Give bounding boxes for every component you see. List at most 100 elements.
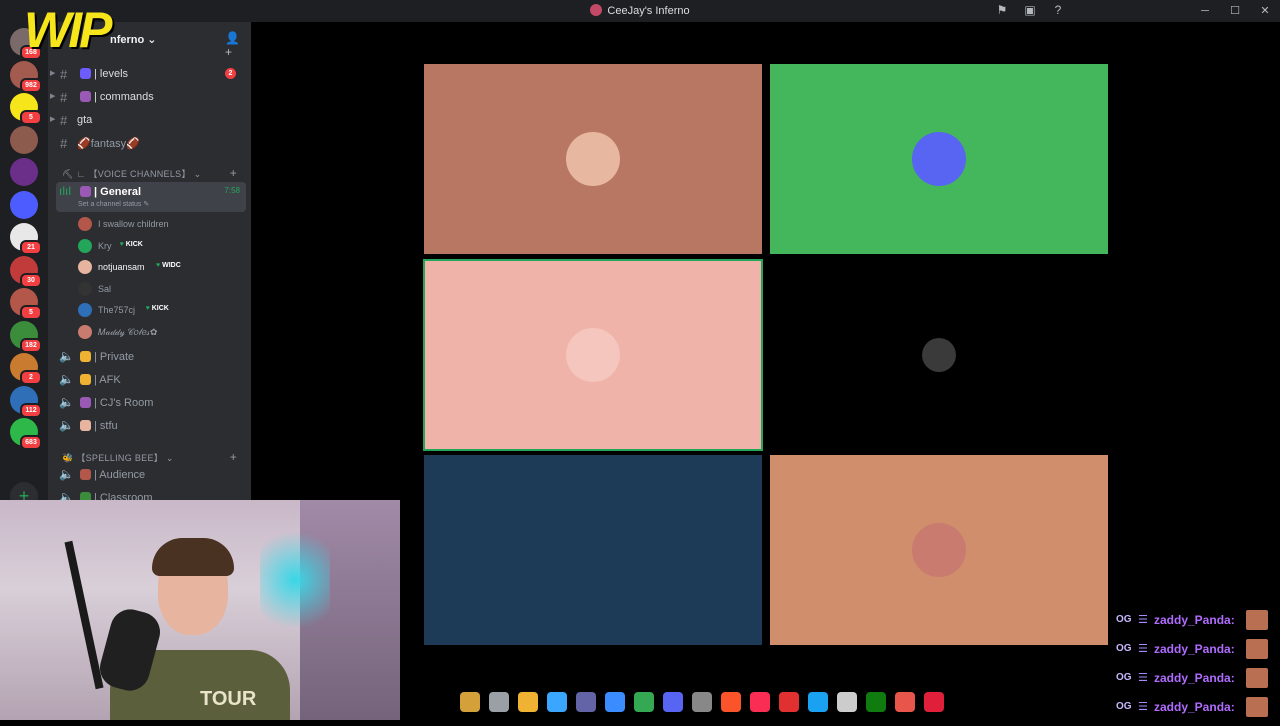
video-tile-6[interactable] [770,455,1108,645]
cj-emoji-icon [80,397,91,408]
video-tile-4[interactable] [770,260,1108,450]
server-9-icon[interactable]: 5 [10,288,42,320]
category-spelling-bee[interactable]: 🐝 【SPELLING BEE】 ⌄ + [62,450,247,465]
app-12-icon[interactable] [779,692,799,712]
chat-message: OG ☰ zaddy_Panda: [1114,697,1280,726]
app-14-icon[interactable] [837,692,857,712]
add-channel-icon[interactable]: + [230,450,237,464]
sub-badge-icon: ☰ [1138,701,1148,713]
server-12-icon[interactable]: 112 [10,385,42,418]
voice-channel-private[interactable]: 🔈 | Private [56,347,246,367]
app-16-icon[interactable] [895,692,915,712]
emote-icon [1246,668,1268,688]
channel-status[interactable]: Set a channel status ✎ [78,200,149,208]
voice-channel-general[interactable]: ılıl | General 7:58 Set a channel status… [56,182,246,212]
add-channel-icon[interactable]: + [230,166,237,180]
participant-avatar [566,328,620,382]
server-4-icon[interactable] [10,125,38,154]
notification-badge: 5 [20,110,42,125]
itunes-icon[interactable] [750,692,770,712]
obs-icon[interactable] [924,692,944,712]
app-2-icon[interactable] [489,692,509,712]
voice-channel-stfu[interactable]: 🔈 | stfu [56,416,246,436]
server-wip-icon[interactable]: 5 [10,93,42,125]
app-9-icon[interactable] [692,692,712,712]
commands-emoji-icon [80,91,91,102]
server-10-icon[interactable]: 182 [10,320,42,353]
video-tile-5[interactable] [424,455,762,645]
notification-badge: 683 [20,435,42,450]
server-6-icon[interactable] [10,190,38,219]
server-11-icon[interactable]: 2 [10,353,42,385]
video-tile-1[interactable] [424,64,762,254]
inbox-icon[interactable]: ⚑ [995,3,1009,17]
channel-gta[interactable]: ▶ # gta [50,110,246,130]
channel-fantasy[interactable]: # 🏈fantasy🏈 [56,133,246,153]
server-5-icon[interactable] [10,158,38,186]
speaker-icon: 🔈 [59,418,74,432]
voice-member[interactable]: Sal [78,279,248,299]
og-badge: OG [1116,672,1132,683]
discord-icon[interactable] [663,692,683,712]
emote-icon [1246,610,1268,630]
voice-member[interactable]: 𝑀𝒶𝒹𝒹𝓎 𝒞𝑜𝓁𝑒𝓈✿ [78,322,248,342]
server-icon [590,4,603,16]
member-tag: ♥ KICK [119,240,143,248]
chat-message: OG ☰ zaddy_Panda: [1114,610,1280,639]
help-icon[interactable]: ? [1051,3,1065,17]
participant-avatar [566,132,620,186]
shirt-text: TOUR [200,688,257,710]
voice-channel-afk[interactable]: 🔈 | AFK [56,370,246,390]
member-tag: ♥ WIDC [156,262,181,269]
brave-icon[interactable] [721,692,741,712]
video-tile-2[interactable] [770,64,1108,254]
server-2-icon[interactable]: 982 [10,60,42,93]
mention-badge: 2 [225,68,236,79]
avatar [78,324,92,339]
participant-avatar [922,338,956,372]
app-1-icon[interactable] [460,692,480,712]
voice-member[interactable]: notjuansam ♥ WIDC [78,257,248,277]
chrome-icon[interactable] [634,692,654,712]
title-bar: CeeJay's Inferno ⚑ ▣ ? ─ ☐ ✕ [0,0,1280,22]
teams-icon[interactable] [576,692,596,712]
speaker-icon: 🔈 [59,467,74,481]
sub-badge-icon: ☰ [1138,643,1148,655]
store-icon[interactable] [605,692,625,712]
server-8-icon[interactable]: 30 [10,255,42,288]
voice-member[interactable]: The757cj ♥ KICK [78,300,248,320]
channel-levels[interactable]: ▶ # | levels 2 [50,64,246,84]
avatar [78,281,92,296]
general-emoji-icon [80,186,91,197]
notification-badge: 21 [20,240,42,255]
taskbar [400,692,1060,716]
stream-logo: WIP [24,2,112,58]
close-button[interactable]: ✕ [1250,0,1280,22]
channel-commands[interactable]: ▶ # | commands [50,87,246,107]
video-tile-3[interactable] [423,259,763,451]
category-icon: ⛏ ∟ [62,169,89,179]
app-13-icon[interactable] [808,692,828,712]
chat-username: zaddy_Panda: [1154,613,1235,627]
voice-channel-cjs-room[interactable]: 🔈 | CJ's Room [56,393,246,413]
file-explorer-icon[interactable] [518,692,538,712]
invite-icon[interactable]: 👤+ [225,31,240,59]
voice-channel-audience[interactable]: 🔈 | Audience [56,465,246,485]
voice-member[interactable]: I swallow children [78,214,248,234]
minimize-button[interactable]: ─ [1190,0,1220,22]
xbox-icon[interactable] [866,692,886,712]
notification-badge: 5 [20,305,42,320]
speaker-live-icon: ılıl [59,184,71,198]
screen-share-icon[interactable]: ▣ [1023,3,1037,17]
stfu-emoji-icon [80,420,91,431]
chat-username: zaddy_Panda: [1154,671,1235,685]
speaker-icon: 🔈 [59,349,74,363]
maximize-button[interactable]: ☐ [1220,0,1250,22]
server-7-icon[interactable]: 21 [10,223,42,255]
levels-emoji-icon [80,68,91,79]
copilot-icon[interactable] [547,692,567,712]
server-13-icon[interactable]: 683 [10,418,42,450]
voice-member[interactable]: Kry ♥ KICK [78,236,248,256]
category-voice-channels[interactable]: ⛏ ∟ 【VOICE CHANNELS】 ⌄ + [62,166,247,181]
chat-message: OG ☰ zaddy_Panda: [1114,639,1280,668]
